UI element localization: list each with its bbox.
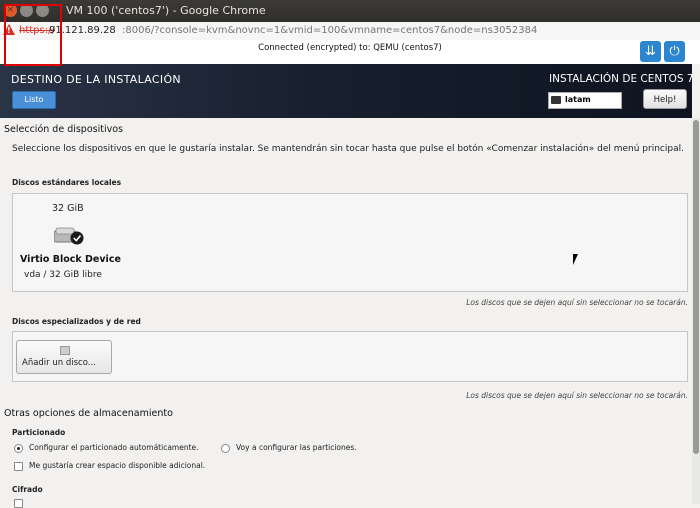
manual-partition-radio[interactable] [221, 444, 230, 453]
hard-disk-selected-icon[interactable] [54, 225, 84, 245]
url-path: :8006/?console=kvm&novnc=1&vmid=100&vmna… [122, 25, 538, 36]
extra-space-label[interactable]: Me gustaría crear espacio disponible adi… [29, 461, 205, 470]
disk-name: Virtio Block Device [20, 254, 121, 265]
scrollbar-thumb[interactable] [693, 120, 699, 454]
browser-title-bar: × VM 100 ('centos7') - Google Chrome [0, 0, 700, 22]
manual-partition-label[interactable]: Voy a configurar las particiones. [236, 443, 357, 452]
device-selection-intro: Seleccione los dispositivos en que le gu… [12, 144, 684, 154]
device-selection-heading: Selección de dispositivos [4, 124, 123, 135]
product-title: INSTALACIÓN DE CENTOS 7 [549, 73, 694, 85]
vnc-status-bar: Connected (encrypted) to: QEMU (centos7) [0, 40, 700, 64]
keyboard-layout-label: latam [565, 95, 591, 104]
help-button[interactable]: Help! [643, 89, 687, 109]
partitioning-heading: Particionado [12, 428, 66, 437]
specialized-disks-note: Los discos que se dejen aquí sin selecci… [466, 391, 688, 400]
auto-partition-label[interactable]: Configurar el particionado automáticamen… [29, 443, 199, 452]
local-disks-heading: Discos estándares locales [12, 178, 122, 187]
vnc-connection-status: Connected (encrypted) to: QEMU (centos7) [258, 43, 442, 53]
done-button[interactable]: Listo [12, 91, 56, 109]
window-title: VM 100 ('centos7') - Google Chrome [66, 4, 266, 17]
other-storage-heading: Otras opciones de almacenamiento [4, 408, 173, 419]
extra-space-checkbox[interactable] [14, 462, 23, 471]
power-icon[interactable]: ⏻ [664, 41, 685, 62]
add-disk-icon [60, 346, 70, 355]
keyboard-icon [551, 96, 561, 104]
mouse-cursor-icon [573, 254, 578, 265]
local-disks-note: Los discos que se dejen aquí sin selecci… [466, 298, 688, 307]
auto-partition-radio[interactable] [14, 444, 23, 453]
disk-free-space: vda / 32 GiB libre [24, 270, 102, 280]
specialized-disks-panel [12, 331, 688, 382]
address-bar[interactable]: ! https:// 91.121.89.28 :8006/?console=k… [0, 22, 700, 41]
specialized-disks-heading: Discos especializados y de red [12, 317, 141, 326]
send-keys-icon[interactable]: ⇊ [640, 41, 661, 62]
local-disks-panel [12, 193, 688, 292]
encryption-heading: Cifrado [12, 485, 43, 494]
page-title: DESTINO DE LA INSTALACIÓN [11, 73, 181, 86]
disk-size: 32 GiB [52, 203, 84, 214]
highlight-box [4, 4, 62, 66]
add-disk-label: Añadir un disco... [22, 358, 96, 368]
